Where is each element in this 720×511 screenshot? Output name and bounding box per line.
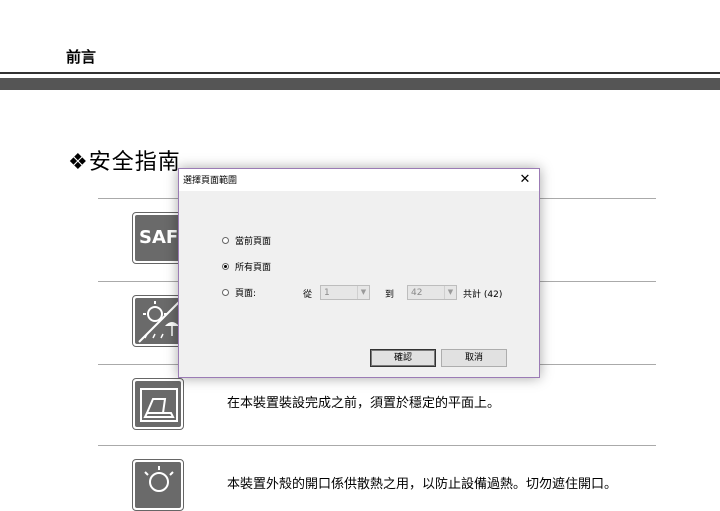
laptop-on-surface-icon: [132, 378, 184, 430]
radio-button[interactable]: [222, 263, 229, 270]
to-page-select[interactable]: 42 ▼: [407, 285, 457, 300]
to-label: 到: [385, 290, 395, 300]
row-divider: [98, 445, 656, 446]
radio-current-page[interactable]: 當前頁面: [222, 234, 271, 247]
radio-label: 所有頁面: [235, 263, 272, 273]
dialog-title: 選擇頁面範圍: [183, 176, 238, 186]
from-label: 從: [303, 290, 313, 300]
section-title: ❖安全指南: [68, 150, 181, 175]
from-page-value: 1: [324, 288, 330, 298]
weather-hazard-icon: [132, 295, 184, 347]
ok-button[interactable]: 確認: [370, 349, 436, 367]
radio-pages[interactable]: 頁面:: [222, 286, 256, 299]
radio-button[interactable]: [222, 237, 229, 244]
from-page-select[interactable]: 1 ▼: [320, 285, 370, 300]
close-icon[interactable]: ✕: [515, 170, 535, 190]
heat-vent-icon: [132, 459, 184, 511]
header-rule-thin: [0, 72, 720, 74]
chevron-down-icon: ▼: [444, 286, 456, 299]
safety-sign-icon: SAFE: [132, 212, 191, 264]
dialog-titlebar[interactable]: 選擇頁面範圍 ✕: [179, 169, 539, 191]
to-page-value: 42: [411, 288, 423, 298]
row-text: 在本裝置裝設完成之前，須置於穩定的平面上。: [227, 396, 501, 411]
page-range-dialog: 選擇頁面範圍 ✕ 當前頁面 所有頁面 頁面: 從 1 ▼ 到 42 ▼ 共計 (…: [178, 168, 540, 378]
row-text: 本裝置外殼的開口係供散熱之用，以防止設備過熱。切勿遮住開口。: [227, 477, 618, 492]
header-rule-thick: [0, 78, 720, 90]
radio-label: 當前頁面: [235, 237, 272, 247]
total-pages-label: 共計 (42): [463, 290, 503, 300]
cancel-button[interactable]: 取消: [441, 349, 507, 367]
page-header: 前言: [66, 48, 97, 66]
chevron-down-icon: ▼: [357, 286, 369, 299]
radio-button[interactable]: [222, 289, 229, 296]
radio-label: 頁面:: [235, 289, 257, 299]
radio-all-pages[interactable]: 所有頁面: [222, 260, 271, 273]
